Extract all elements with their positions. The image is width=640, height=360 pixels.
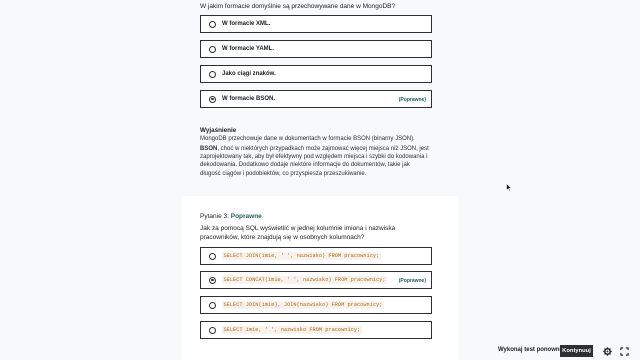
q2-option-4[interactable]: W formacie BSON. (Poprawne): [200, 90, 432, 108]
option-code: SELECT JOIN(imie, ' ', nazwisko) FROM pr…: [222, 252, 381, 260]
q2-option-2[interactable]: W formacie YAML.: [200, 40, 432, 58]
option-label: W formacie BSON.: [222, 96, 276, 102]
question-3-text: Jak za pomocą SQL wyświetlić w jednej ko…: [200, 225, 396, 241]
q3-option-4[interactable]: SELECT imie, ' ', nazwisko FROM pracowni…: [200, 321, 432, 339]
radio-button[interactable]: [209, 252, 216, 260]
q2-option-3[interactable]: Jako ciągi znaków.: [200, 65, 432, 83]
explanation-bold-word: BSON: [200, 146, 218, 152]
radio-button-selected[interactable]: [209, 276, 216, 284]
option-label: W formacie XML.: [222, 21, 271, 27]
retry-test-button[interactable]: Wykonaj test ponownie: [498, 347, 565, 353]
q2-option-1[interactable]: W formacie XML.: [200, 15, 432, 33]
radio-button[interactable]: [209, 20, 216, 28]
radio-button-selected[interactable]: [209, 95, 216, 103]
gear-icon[interactable]: [603, 347, 612, 356]
question-2-section: W jakim formacie domyślnie są przechowyw…: [182, 0, 458, 196]
continue-button[interactable]: Kontynuuj: [560, 345, 593, 357]
correct-tag: (Poprawne): [398, 277, 426, 284]
question-3-section: Pytanie 3: Poprawne Jak za pomocą SQL wy…: [182, 196, 458, 360]
q3-option-1[interactable]: SELECT JOIN(imie, ' ', nazwisko) FROM pr…: [200, 247, 432, 265]
radio-button[interactable]: [209, 326, 216, 334]
expand-icon[interactable]: [620, 347, 629, 356]
mouse-cursor-icon: [506, 183, 512, 192]
option-label: W formacie YAML.: [222, 46, 275, 52]
radio-button[interactable]: [209, 70, 216, 78]
q3-option-3[interactable]: SELECT JOIN(imie), JOIN(nazwisko) FROM p…: [200, 296, 432, 314]
question-number: Pytanie 3:: [200, 213, 229, 220]
question-2-text: W jakim formacie domyślnie są przechowyw…: [200, 3, 396, 10]
explanation-title: Wyjaśnienie: [200, 127, 237, 134]
radio-button[interactable]: [209, 301, 216, 309]
option-code: SELECT JOIN(imie), JOIN(nazwisko) FROM p…: [222, 301, 384, 309]
option-label: Jako ciągi znaków.: [222, 71, 276, 77]
option-code: SELECT CONCAT(imie, ' ', nazwisko) FROM …: [222, 276, 388, 284]
option-code: SELECT imie, ' ', nazwisko FROM pracowni…: [222, 326, 362, 334]
explanation-body: BSON, choć w niektórych przypadkach może…: [200, 145, 432, 178]
explanation-line-1: MongoDB przechowuje dane w dokumentach w…: [200, 136, 415, 142]
quiz-panel: W jakim formacie domyślnie są przechowyw…: [182, 0, 458, 360]
question-3-header: Pytanie 3: Poprawne: [200, 212, 262, 221]
explanation-body-text: , choć w niektórych przypadkach może zaj…: [200, 146, 429, 177]
question-status: Poprawne: [230, 213, 262, 220]
radio-button[interactable]: [209, 45, 216, 53]
correct-tag: (Poprawne): [398, 96, 426, 103]
q3-option-2[interactable]: SELECT CONCAT(imie, ' ', nazwisko) FROM …: [200, 271, 432, 289]
